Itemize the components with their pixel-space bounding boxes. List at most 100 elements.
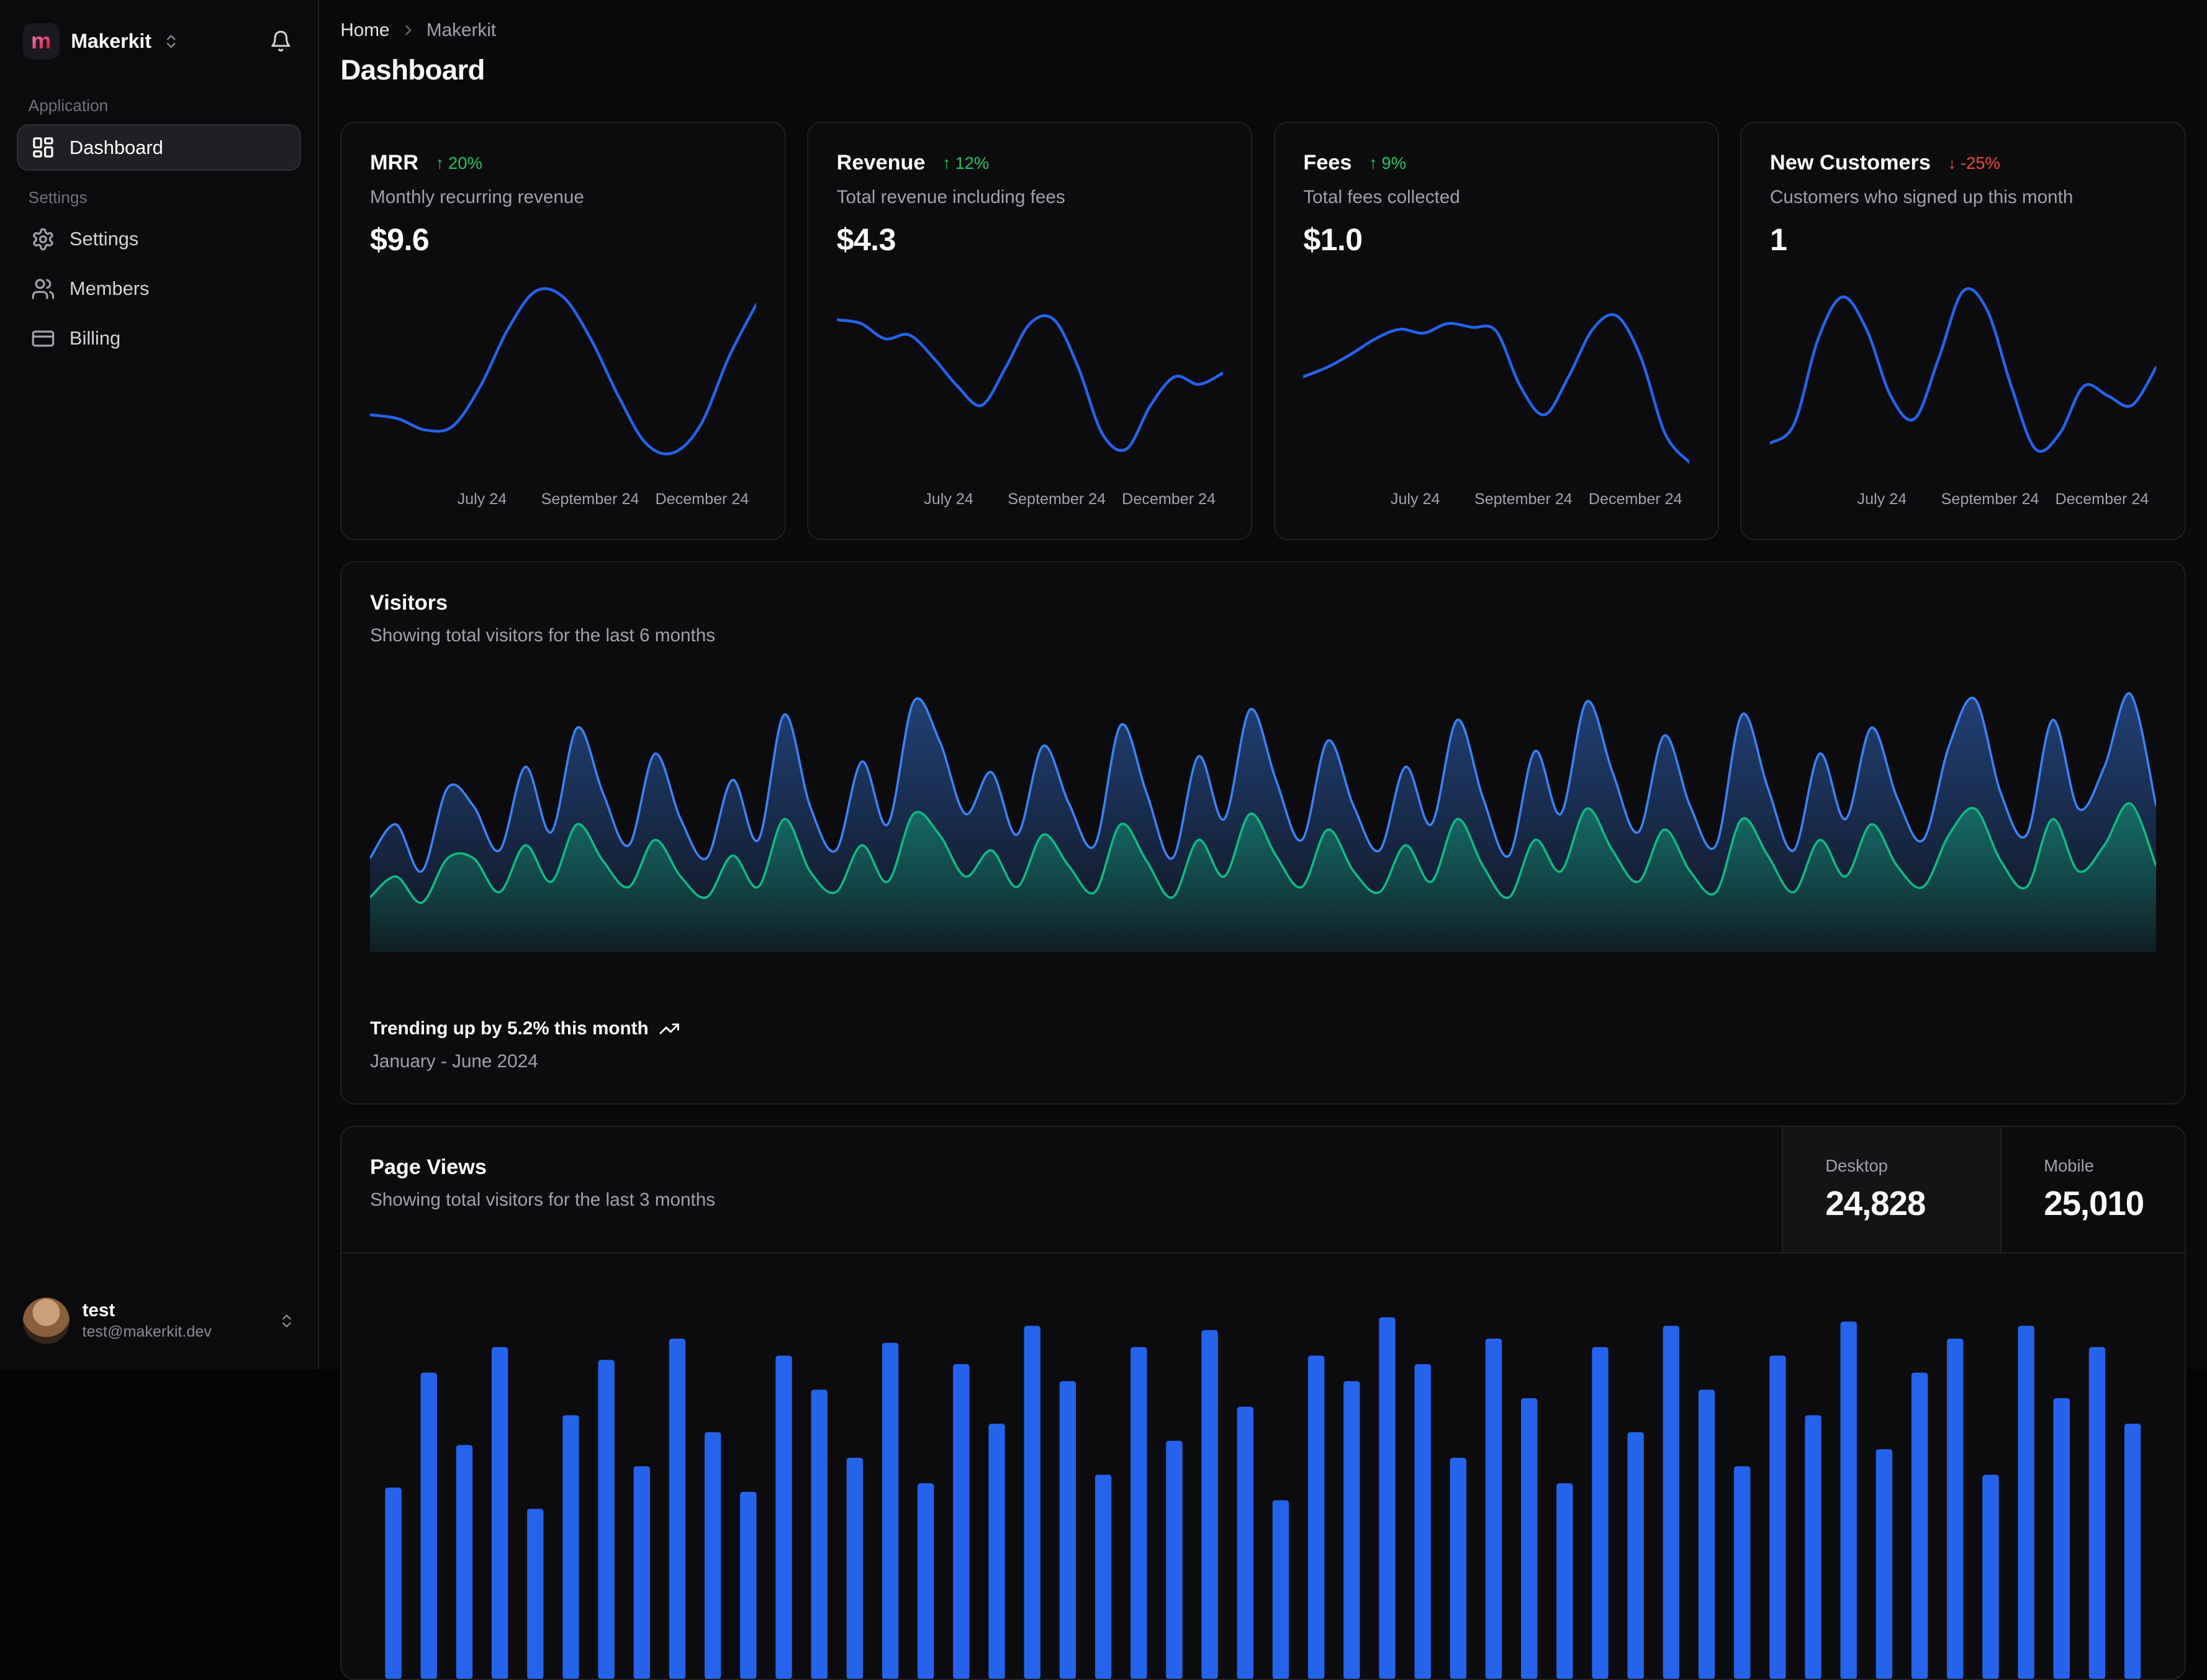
page-views-toggle-desktop[interactable]: Desktop 24,828 bbox=[1781, 1127, 2000, 1252]
chevrons-up-down-icon bbox=[167, 34, 176, 48]
stat-subtitle: Customers who signed up this month bbox=[1769, 186, 2074, 207]
sidebar-item-dashboard[interactable]: Dashboard bbox=[17, 124, 301, 171]
stat-value: 1 bbox=[1769, 222, 1787, 258]
chevron-right-icon bbox=[405, 25, 411, 35]
notifications-button[interactable] bbox=[267, 27, 296, 55]
stat-card-new-customers: New Customers ↓ -25% Customers who signe… bbox=[1740, 121, 2186, 540]
app-root: m Makerkit Application Dashboard Setting… bbox=[0, 0, 2207, 1680]
trend-up-arrow-icon: ↑ bbox=[1368, 153, 1378, 173]
trend-badge: ↑ 20% bbox=[435, 153, 482, 173]
stat-title: Fees bbox=[1303, 151, 1352, 175]
x-axis-labels: July 24 September 24 December 24 bbox=[370, 490, 756, 510]
sidebar-item-label: Dashboard bbox=[69, 136, 163, 158]
toggle-label: Mobile bbox=[2044, 1156, 2094, 1176]
trend-value: -25% bbox=[1960, 153, 2000, 173]
fees-sparkline-chart bbox=[1302, 278, 1691, 476]
visitors-card: Visitors Showing total visitors for the … bbox=[340, 561, 2186, 1104]
stat-subtitle: Total revenue including fees bbox=[836, 186, 1065, 207]
trend-badge: ↑ 12% bbox=[942, 153, 989, 173]
visitors-title: Visitors bbox=[370, 590, 448, 615]
trend-value: 9% bbox=[1381, 153, 1407, 173]
dashboard-icon bbox=[33, 137, 53, 158]
x-tick: July 24 bbox=[924, 490, 973, 508]
users-icon bbox=[32, 278, 55, 299]
stat-value: $1.0 bbox=[1303, 222, 1363, 258]
page-views-header: Page Views Showing total visitors for th… bbox=[341, 1127, 2185, 1253]
user-menu[interactable]: test test@makerkit.dev bbox=[17, 1289, 300, 1353]
visitors-footer: Trending up by 5.2% this month January -… bbox=[370, 1018, 2156, 1075]
sidebar-item-label: Members bbox=[69, 278, 150, 300]
sidebar-item-label: Settings bbox=[69, 228, 139, 250]
x-tick: September 24 bbox=[1941, 490, 2039, 508]
page-views-bar-chart bbox=[341, 1253, 2184, 1679]
user-name: test bbox=[82, 1299, 115, 1321]
credit-card-icon bbox=[32, 330, 55, 346]
sidebar: m Makerkit Application Dashboard Setting… bbox=[0, 0, 320, 1370]
breadcrumb-home-link[interactable]: Home bbox=[340, 20, 389, 41]
visitors-date-range: January - June 2024 bbox=[370, 1050, 538, 1072]
x-tick: July 24 bbox=[1857, 490, 1907, 508]
x-axis-labels: July 24 September 24 December 24 bbox=[1770, 490, 2156, 510]
sidebar-item-label: Billing bbox=[69, 327, 121, 350]
trend-badge: ↑ 9% bbox=[1369, 153, 1406, 173]
toggle-value: 25,010 bbox=[2044, 1183, 2144, 1222]
stat-title: New Customers bbox=[1769, 151, 1931, 175]
trend-value: 20% bbox=[448, 153, 482, 173]
x-tick: December 24 bbox=[655, 490, 749, 508]
x-tick: July 24 bbox=[1390, 490, 1440, 508]
page-views-card: Page Views Showing total visitors for th… bbox=[340, 1126, 2186, 1680]
nav-section-label-application: Application bbox=[28, 96, 109, 115]
stat-card-fees: Fees ↑ 9% Total fees collected $1.0 July… bbox=[1273, 121, 1720, 540]
trend-down-arrow-icon: ↓ bbox=[1947, 153, 1957, 173]
page-views-subtitle: Showing total visitors for the last 3 mo… bbox=[370, 1189, 716, 1210]
nav-section-label-settings: Settings bbox=[28, 187, 88, 207]
visitors-subtitle: Showing total visitors for the last 6 mo… bbox=[370, 625, 716, 646]
user-meta: test test@makerkit.dev bbox=[82, 1299, 211, 1341]
stat-title: MRR bbox=[370, 151, 419, 175]
x-tick: December 24 bbox=[1122, 490, 1216, 508]
breadcrumb-current: Makerkit bbox=[426, 19, 497, 40]
x-tick: December 24 bbox=[1588, 490, 1682, 508]
x-tick: September 24 bbox=[1008, 490, 1106, 508]
x-tick: September 24 bbox=[541, 490, 639, 508]
stat-cards-row: MRR ↑ 20% Monthly recurring revenue $9.6… bbox=[340, 121, 2186, 540]
chevrons-up-down-icon bbox=[282, 1314, 291, 1327]
sidebar-item-settings[interactable]: Settings bbox=[17, 216, 300, 263]
stat-card-revenue: Revenue ↑ 12% Total revenue including fe… bbox=[806, 121, 1253, 540]
gear-icon bbox=[33, 228, 53, 250]
sidebar-item-billing[interactable]: Billing bbox=[17, 315, 300, 361]
x-axis-labels: July 24 September 24 December 24 bbox=[837, 490, 1223, 510]
logo-letter: m bbox=[30, 27, 52, 53]
trend-up-arrow-icon: ↑ bbox=[942, 153, 951, 173]
trend-value: 12% bbox=[955, 153, 990, 173]
stat-subtitle: Monthly recurring revenue bbox=[370, 186, 584, 207]
visitors-area-chart bbox=[369, 683, 2157, 953]
workspace-selector[interactable]: m Makerkit bbox=[17, 14, 300, 79]
toggle-label: Desktop bbox=[1825, 1156, 1888, 1176]
stat-card-mrr: MRR ↑ 20% Monthly recurring revenue $9.6… bbox=[340, 121, 786, 540]
x-tick: July 24 bbox=[457, 490, 507, 508]
x-axis-labels: July 24 September 24 December 24 bbox=[1303, 490, 1689, 510]
page-title: Dashboard bbox=[340, 53, 485, 86]
workspace-name: Makerkit bbox=[71, 29, 151, 52]
mrr-sparkline-chart bbox=[368, 278, 758, 476]
sidebar-nav: Application Dashboard Settings Settings … bbox=[17, 79, 301, 364]
new-customers-sparkline-chart bbox=[1768, 278, 2158, 476]
stat-value: $9.6 bbox=[370, 222, 430, 258]
x-tick: September 24 bbox=[1474, 490, 1573, 508]
trend-up-arrow-icon: ↑ bbox=[435, 153, 445, 173]
trend-badge: ↓ -25% bbox=[1947, 153, 2000, 173]
breadcrumb: Home Makerkit bbox=[340, 20, 2185, 41]
user-avatar bbox=[22, 1297, 70, 1344]
stat-value: $4.3 bbox=[836, 222, 896, 258]
revenue-sparkline-chart bbox=[835, 278, 1224, 476]
trending-up-icon bbox=[659, 1023, 679, 1034]
main-content: Home Makerkit Dashboard MRR ↑ 20% Monthl… bbox=[319, 0, 2207, 1680]
page-views-title: Page Views bbox=[370, 1155, 487, 1179]
bell-icon bbox=[271, 30, 291, 52]
x-tick: December 24 bbox=[2055, 490, 2149, 508]
makerkit-logo: m bbox=[22, 22, 60, 60]
page-views-toggle-mobile[interactable]: Mobile 25,010 bbox=[2000, 1127, 2185, 1252]
toggle-value: 24,828 bbox=[1825, 1183, 1926, 1222]
sidebar-item-members[interactable]: Members bbox=[17, 265, 300, 312]
